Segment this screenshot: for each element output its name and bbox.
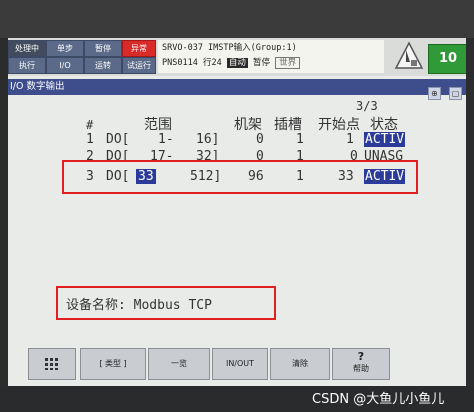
row-rack: 0 bbox=[256, 132, 264, 147]
window-title-bar: I/O 数字输出 ⊕ ▢ bbox=[8, 79, 466, 100]
help-icon: ? bbox=[357, 350, 365, 363]
help-label: 帮助 bbox=[353, 364, 369, 373]
clear-button[interactable]: 清除 bbox=[270, 348, 330, 380]
page-title: I/O 数字输出 bbox=[10, 81, 65, 92]
status-hold: 暂停 bbox=[84, 40, 122, 57]
program-name: PNS0114 bbox=[162, 58, 198, 68]
device-bezel-left bbox=[0, 38, 8, 412]
row-type: DO[ bbox=[106, 132, 130, 147]
warning-icon bbox=[394, 41, 424, 69]
highlight-frame-row bbox=[62, 160, 418, 194]
watermark: CSDN @大鱼儿小鱼儿 bbox=[312, 392, 445, 407]
highlight-frame-device bbox=[56, 286, 276, 320]
header-status: 状态 bbox=[370, 117, 398, 133]
row-start: 1 bbox=[346, 132, 354, 147]
status-prod: 运转 bbox=[84, 57, 122, 74]
grid-icon bbox=[45, 358, 58, 370]
row-slot: 1 bbox=[296, 132, 304, 147]
header-start: 开始点 bbox=[318, 117, 360, 133]
header-rack: 机架 bbox=[234, 117, 262, 133]
help-button[interactable]: ? 帮助 bbox=[332, 348, 390, 380]
type-button[interactable]: [ 类型 ] bbox=[80, 348, 146, 380]
teach-pendant-screen: 处理中 单步 暂停 异常 执行 I/O 运转 试运行 SRVO-037 IMST… bbox=[8, 38, 466, 386]
zoom-icon[interactable]: ⊕ bbox=[427, 87, 441, 100]
status-step: 单步 bbox=[46, 40, 84, 57]
override-indicator: 10 bbox=[428, 44, 466, 74]
header-slot: 插槽 bbox=[274, 117, 302, 133]
header-num: # bbox=[86, 118, 94, 132]
in-out-button[interactable]: IN/OUT bbox=[212, 348, 268, 380]
page-indicator: 3/3 bbox=[356, 99, 378, 113]
run-state: 暂停 bbox=[252, 58, 270, 68]
alarm-text: SRVO-037 IMSTP输入(Group:1) bbox=[162, 43, 297, 53]
status-io: I/O bbox=[46, 57, 84, 74]
row-status: ACTIV bbox=[364, 132, 406, 147]
alarm-message-box: SRVO-037 IMSTP输入(Group:1) PNS0114 行24 自动… bbox=[158, 40, 384, 73]
status-busy: 处理中 bbox=[8, 40, 46, 57]
status-fault: 异常 bbox=[122, 40, 156, 57]
mode-label: 自动 bbox=[226, 58, 248, 68]
coord-frame: 世界 bbox=[275, 57, 301, 69]
row-num: 1 bbox=[86, 132, 94, 147]
program-status-line: PNS0114 行24 自动 暂停 世界 bbox=[162, 56, 301, 71]
program-line: 行24 bbox=[202, 58, 222, 68]
status-bar: 处理中 单步 暂停 异常 执行 I/O 运转 试运行 SRVO-037 IMST… bbox=[8, 38, 466, 76]
menu-grid-button[interactable] bbox=[28, 348, 76, 380]
row-range-start: 1- bbox=[158, 132, 174, 147]
status-run: 执行 bbox=[8, 57, 46, 74]
device-bezel-top bbox=[0, 0, 474, 38]
window-icon[interactable]: ▢ bbox=[449, 87, 462, 100]
header-range: 范围 bbox=[144, 117, 172, 133]
row-range-end: 16] bbox=[196, 132, 220, 147]
status-tcyc: 试运行 bbox=[122, 57, 156, 74]
list-button[interactable]: 一览 bbox=[148, 348, 210, 380]
